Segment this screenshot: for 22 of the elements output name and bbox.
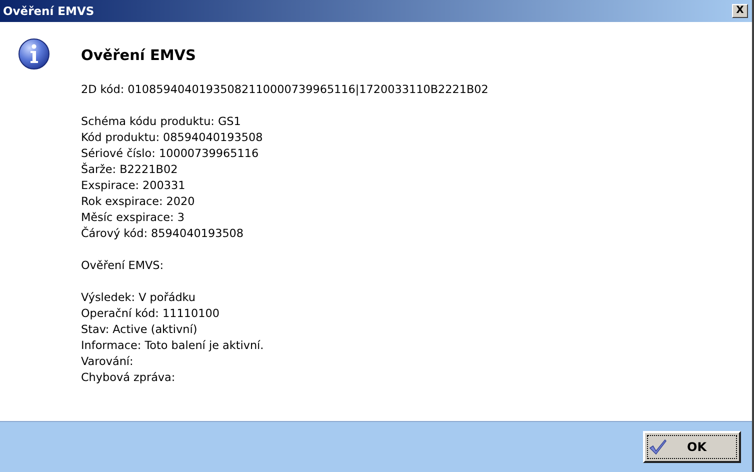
code-text: 2D kód: 01085940401935082110000739965116|1720033110B2221B02 (81, 82, 488, 98)
result-line: Operační kód: 11110100 (81, 306, 220, 322)
info-line: Rok exspirace: 2020 (81, 194, 196, 210)
dialog-heading: Ověření EMVS (81, 48, 197, 64)
window-title: Ověření EMVS (3, 4, 94, 18)
check-icon (649, 439, 667, 455)
info-line: Schéma kódu produktu: GS1 (81, 114, 242, 130)
info-line: Sériové číslo: 10000739965116 (81, 146, 260, 162)
info-line: Měsíc exspirace: 3 (81, 210, 186, 226)
result-line: Stav: Active (aktivní) (81, 322, 198, 338)
result-line: Informace: Toto balení je aktivní. (81, 338, 265, 354)
section-label: Ověření EMVS: (81, 258, 165, 274)
info-line: Exspirace: 200331 (81, 178, 186, 194)
info-line: Kód produktu: 08594040193508 (81, 130, 264, 146)
result-line: Chybová zpráva: (81, 370, 176, 386)
close-button[interactable]: X (732, 4, 748, 18)
result-line: Varování: (81, 354, 134, 370)
info-icon (18, 38, 50, 70)
ok-button[interactable]: OK (643, 431, 741, 463)
result-line: Výsledek: V pořádku (81, 290, 197, 306)
info-line: Šarže: B2221B02 (81, 162, 179, 178)
info-line: Čárový kód: 8594040193508 (81, 226, 245, 242)
